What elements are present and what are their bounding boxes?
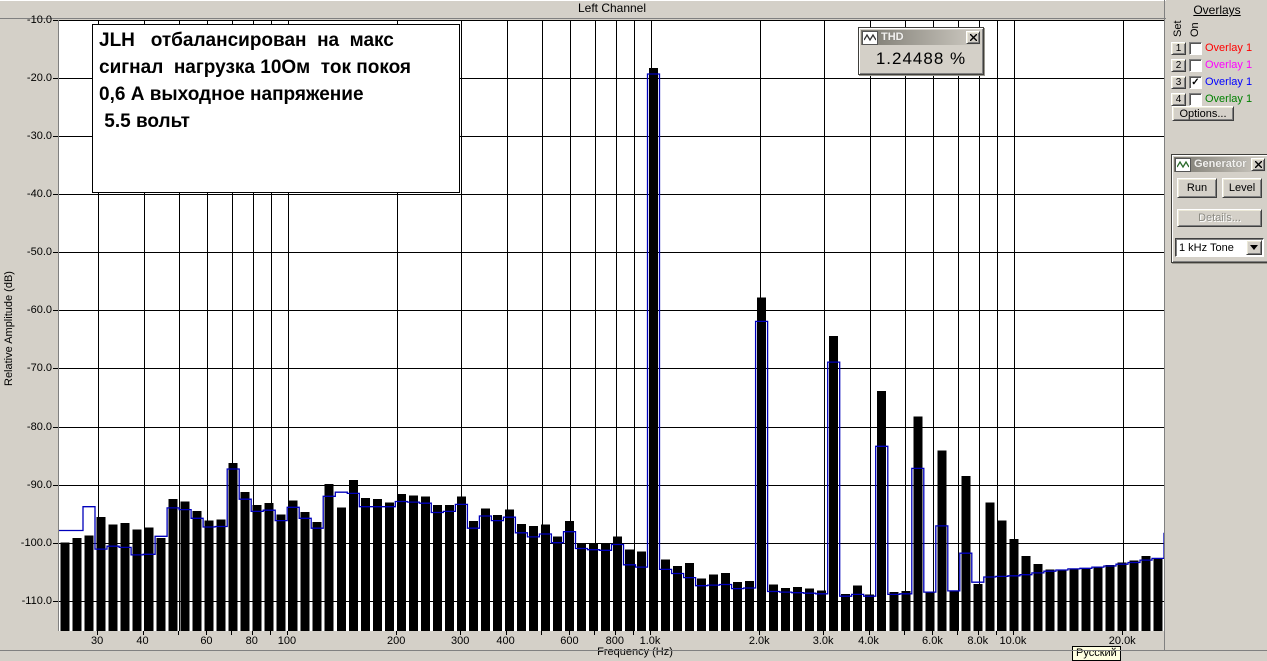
overlay-row: 3 ✓ Overlay 1 <box>1171 75 1267 89</box>
overlays-panel-title: Overlays <box>1193 3 1241 17</box>
x-tick-mark <box>541 631 542 635</box>
y-tick-label: -10.0 <box>26 14 52 26</box>
overlays-col-on: On <box>1189 22 1201 37</box>
x-tick-label: 4.0k <box>858 635 879 647</box>
language-tooltip: Русский <box>1072 646 1121 661</box>
x-tick-label: 3.0k <box>812 635 834 647</box>
y-tick-label: -70.0 <box>26 362 52 375</box>
x-tick-mark <box>957 631 958 635</box>
y-tick-label: -100.0 <box>20 536 52 549</box>
x-tick-mark <box>178 631 179 635</box>
overlay-on-checkbox-2[interactable] <box>1189 58 1202 72</box>
y-tick-label: -90.0 <box>26 478 52 491</box>
close-icon[interactable] <box>1251 158 1265 171</box>
waveform-icon <box>1175 157 1191 172</box>
x-tick-label: 10.0k <box>999 635 1027 647</box>
x-tick-mark <box>904 631 905 635</box>
y-tick-mark <box>53 194 58 196</box>
y-tick-label: -50.0 <box>26 246 52 259</box>
overlay-set-button-1[interactable]: 1 <box>1171 41 1186 55</box>
overlay-row: 2 Overlay 1 <box>1171 58 1267 72</box>
overlay-set-button-2[interactable]: 2 <box>1171 58 1186 72</box>
overlay-on-checkbox-4[interactable] <box>1189 92 1202 106</box>
generator-window: Generator Run Level Details... 1 kHz Ton… <box>1171 154 1267 263</box>
thd-window-title: THD <box>881 31 904 43</box>
x-tick-label: 30 <box>91 635 104 647</box>
overlays-col-set: Set <box>1172 20 1184 37</box>
signal-select-value: 1 kHz Tone <box>1179 241 1234 254</box>
y-tick-mark <box>53 484 58 486</box>
x-tick-label: 200 <box>387 635 406 647</box>
thd-value: 1.24488 % <box>875 49 967 68</box>
channel-title-bar: Left Channel <box>0 0 1166 19</box>
close-icon[interactable] <box>966 31 980 44</box>
waveform-icon <box>862 30 878 45</box>
y-tick-mark <box>53 542 58 544</box>
x-tick-label: 2.0k <box>748 635 770 647</box>
thd-window: THD 1.24488 % <box>858 27 984 75</box>
x-tick-mark <box>270 631 271 635</box>
x-tick-label: 300 <box>450 635 470 647</box>
channel-title: Left Channel <box>577 1 647 15</box>
y-tick-label: -20.0 <box>26 72 52 85</box>
y-tick-mark <box>53 252 58 254</box>
x-tick-label: 8.0k <box>967 635 989 647</box>
y-tick-mark <box>53 310 58 312</box>
x-tick-mark <box>231 631 232 635</box>
thd-title-bar[interactable]: THD <box>861 30 981 45</box>
x-tick-label: 6.0k <box>922 635 943 647</box>
signal-select[interactable]: 1 kHz Tone <box>1175 238 1264 257</box>
overlay-set-button-4[interactable]: 4 <box>1171 92 1186 106</box>
generator-title-bar[interactable]: Generator <box>1174 157 1266 172</box>
level-button[interactable]: Level <box>1222 178 1262 198</box>
x-tick-label: 100 <box>277 635 297 647</box>
y-tick-mark <box>53 136 58 138</box>
x-axis-title: Frequency (Hz) <box>597 646 673 658</box>
y-tick-mark <box>53 600 58 602</box>
x-tick-label: 40 <box>136 635 149 647</box>
y-tick-mark <box>53 20 58 21</box>
x-tick-label: 80 <box>245 635 258 647</box>
y-tick-label: -80.0 <box>26 420 52 433</box>
overlay-set-button-3[interactable]: 3 <box>1171 75 1186 89</box>
details-button[interactable]: Details... <box>1177 209 1262 227</box>
chevron-down-icon[interactable] <box>1246 240 1262 255</box>
y-axis-title: Relative Amplitude (dB) <box>3 271 15 386</box>
y-tick-mark <box>53 78 58 80</box>
overlay-label: Overlay 1 <box>1205 59 1253 71</box>
overlay-options-button[interactable]: Options... <box>1172 106 1234 121</box>
x-tick-mark <box>996 631 997 635</box>
overlay-label: Overlay 1 <box>1205 93 1253 105</box>
annotation-text-box: JLH отбалансирован на макс сигнал нагруз… <box>92 24 460 193</box>
x-tick-mark <box>633 631 634 635</box>
y-tick-label: -30.0 <box>26 130 52 143</box>
x-tick-label: 400 <box>496 635 515 647</box>
y-tick-label: -110.0 <box>21 594 52 607</box>
y-tick-mark <box>53 368 58 370</box>
overlay-label: Overlay 1 <box>1205 76 1253 88</box>
y-tick-label: -40.0 <box>26 188 52 201</box>
y-tick-mark <box>53 426 58 428</box>
x-tick-label: 60 <box>200 635 213 647</box>
window-bottom-border <box>0 650 1267 651</box>
overlay-label: Overlay 1 <box>1205 42 1253 54</box>
generator-window-title: Generator <box>1194 158 1247 170</box>
overlay-on-checkbox-1[interactable] <box>1189 41 1202 55</box>
overlay-row: 1 Overlay 1 <box>1171 41 1267 55</box>
overlay-row: 4 Overlay 1 <box>1171 92 1267 106</box>
run-button[interactable]: Run <box>1177 178 1217 198</box>
overlay-on-checkbox-3[interactable]: ✓ <box>1189 75 1202 89</box>
x-tick-mark <box>594 631 595 635</box>
plot-right-border <box>1164 0 1165 651</box>
